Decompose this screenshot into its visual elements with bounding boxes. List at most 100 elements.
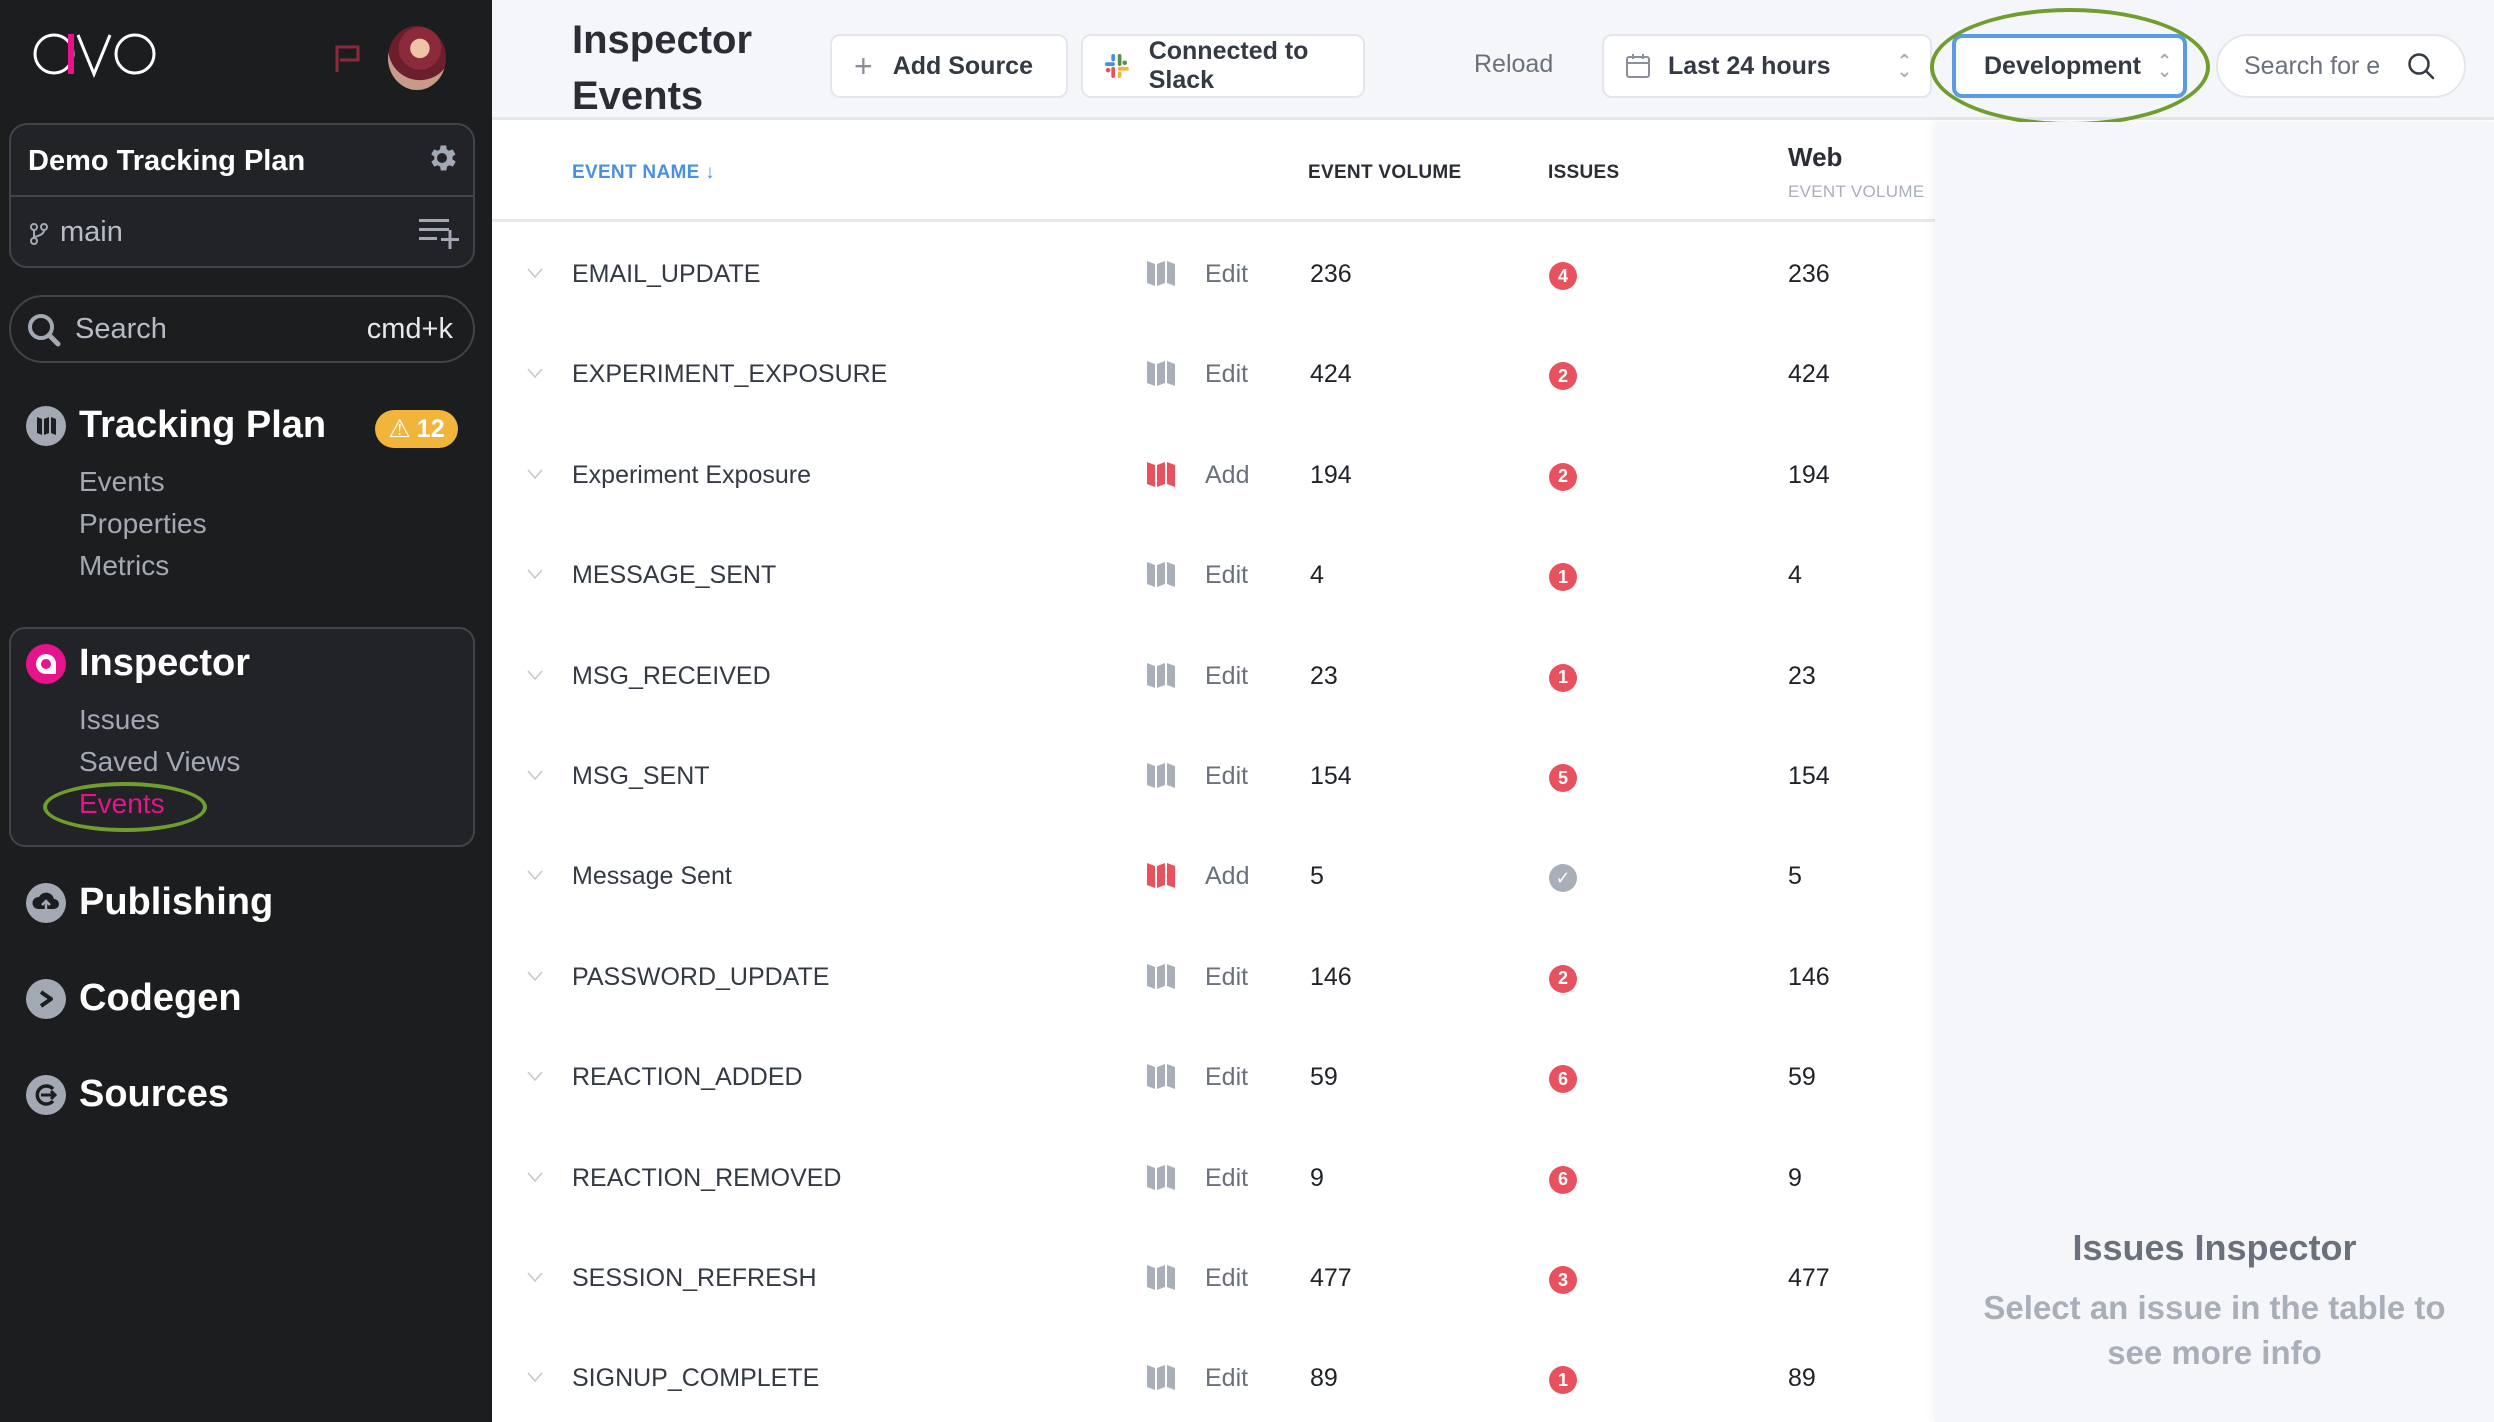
chevron-down-icon[interactable] (526, 1171, 544, 1183)
add-branch-icon[interactable] (419, 217, 459, 249)
user-avatar[interactable] (388, 26, 446, 90)
plan-action-button[interactable]: Add (1205, 862, 1249, 891)
cloud-upload-icon (26, 883, 66, 923)
nav-inspector-events[interactable]: Events (79, 788, 165, 820)
add-source-button[interactable]: + Add Source (830, 34, 1068, 98)
page-title: Inspector Events (572, 12, 792, 124)
table-row[interactable]: EMAIL_UPDATE Edit 236 4 236 (492, 225, 1935, 325)
nav-inspector[interactable]: Inspector (79, 642, 250, 685)
plan-action-button[interactable]: Edit (1205, 662, 1248, 691)
codegen-icon (26, 979, 66, 1019)
table-row[interactable]: EXPERIMENT_EXPOSURE Edit 424 2 424 (492, 325, 1935, 425)
branch-name[interactable]: main (60, 216, 123, 249)
flag-icon[interactable] (334, 44, 362, 74)
plan-action-button[interactable]: Edit (1205, 1364, 1248, 1393)
table-header: EVENT NAME ↓ EVENT VOLUME ISSUES Web EVE… (492, 122, 1935, 222)
plan-action-button[interactable]: Edit (1205, 360, 1248, 389)
table-row[interactable]: REACTION_REMOVED Edit 9 6 9 (492, 1129, 1935, 1229)
nav-tp-events[interactable]: Events (79, 466, 165, 498)
issues-badge[interactable]: 4 (1549, 262, 1577, 290)
plan-action-button[interactable]: Edit (1205, 1164, 1248, 1193)
table-row[interactable]: MSG_SENT Edit 154 5 154 (492, 727, 1935, 827)
table-row[interactable]: MESSAGE_SENT Edit 4 1 4 (492, 526, 1935, 626)
issues-badge[interactable]: 2 (1549, 462, 1577, 491)
table-row[interactable]: SIGNUP_COMPLETE Edit 89 1 89 (492, 1329, 1935, 1422)
issues-badge[interactable]: 2 (1549, 362, 1577, 391)
issues-badge[interactable]: 3 (1549, 1266, 1577, 1294)
chevron-down-icon[interactable] (526, 669, 544, 681)
chevron-down-icon[interactable] (526, 1271, 544, 1283)
event-search-input[interactable]: Search for e (2216, 34, 2466, 98)
table-row[interactable]: MSG_RECEIVED Edit 23 1 23 (492, 627, 1935, 727)
select-arrows-icon: ⌃ ⌄ (2156, 51, 2173, 81)
issues-badge[interactable]: 6 (1549, 1065, 1577, 1094)
inspector-icon (26, 644, 66, 684)
event-volume: 89 (1310, 1364, 1338, 1393)
global-search[interactable]: Search cmd+k (9, 295, 475, 363)
reload-button[interactable]: Reload (1474, 50, 1553, 79)
chevron-down-icon[interactable] (526, 769, 544, 781)
plan-action-button[interactable]: Edit (1205, 1063, 1248, 1092)
nav-inspector-saved-views[interactable]: Saved Views (79, 746, 240, 778)
plan-action-button[interactable]: Edit (1205, 260, 1248, 289)
workspace-name[interactable]: Demo Tracking Plan (28, 145, 305, 178)
column-source-web[interactable]: Web (1788, 142, 1842, 173)
environment-select[interactable]: Development ⌃ ⌄ (1952, 34, 2187, 98)
event-name: REACTION_ADDED (572, 1063, 803, 1092)
table-row[interactable]: REACTION_ADDED Edit 59 6 59 (492, 1028, 1935, 1128)
plan-action-button[interactable]: Edit (1205, 762, 1248, 791)
issues-badge[interactable]: 1 (1549, 563, 1577, 592)
table-row[interactable]: Experiment Exposure Add 194 2 194 (492, 426, 1935, 526)
issues-badge[interactable]: 1 (1549, 663, 1577, 692)
issues-badge[interactable]: 6 (1549, 1165, 1577, 1194)
panel-subtitle: Select an issue in the table to see more… (1983, 1289, 2446, 1371)
avo-logo[interactable] (32, 30, 162, 78)
nav-codegen[interactable]: Codegen (79, 977, 242, 1020)
slack-button[interactable]: Connected to Slack (1081, 34, 1365, 98)
issues-badge[interactable]: 1 (1549, 1366, 1577, 1395)
plan-action-button[interactable]: Edit (1205, 963, 1248, 992)
table-row[interactable]: PASSWORD_UPDATE Edit 146 2 146 (492, 928, 1935, 1028)
chevron-down-icon[interactable] (526, 367, 544, 379)
nav-tp-metrics[interactable]: Metrics (79, 550, 169, 582)
event-name: EMAIL_UPDATE (572, 260, 761, 288)
warning-badge[interactable]: ⚠ 12 (375, 410, 458, 448)
event-volume: 5 (1310, 862, 1324, 891)
nav-tracking-plan[interactable]: Tracking Plan (79, 404, 326, 447)
branch-icon (30, 223, 48, 245)
issues-badge[interactable]: 2 (1549, 964, 1577, 993)
column-event-name[interactable]: EVENT NAME ↓ (572, 162, 715, 184)
chevron-down-icon[interactable] (526, 1070, 544, 1082)
issues-badge[interactable]: ✓ (1549, 864, 1577, 893)
time-range-select[interactable]: Last 24 hours ⌃ ⌄ (1602, 34, 1932, 98)
web-event-volume: 89 (1788, 1364, 1816, 1393)
panel-title: Issues Inspector (2072, 1227, 2357, 1268)
chevron-down-icon[interactable] (526, 568, 544, 580)
chevron-down-icon[interactable] (526, 869, 544, 881)
tracking-plan-map-icon (1147, 1265, 1175, 1290)
nav-inspector-issues[interactable]: Issues (79, 704, 160, 736)
chevron-down-icon[interactable] (526, 1371, 544, 1383)
issues-badge[interactable]: 5 (1549, 764, 1577, 792)
chevron-down-icon[interactable] (526, 267, 544, 279)
tracking-plan-map-icon (1147, 662, 1175, 688)
plan-action-button[interactable]: Edit (1205, 561, 1248, 590)
column-issues[interactable]: ISSUES (1548, 162, 1620, 184)
plan-action-button[interactable]: Edit (1205, 1264, 1248, 1293)
nav-tp-properties[interactable]: Properties (79, 508, 207, 540)
nav-publishing[interactable]: Publishing (79, 881, 273, 924)
environment-value: Development (1984, 51, 2141, 80)
table-row[interactable]: SESSION_REFRESH Edit 477 3 477 (492, 1229, 1935, 1329)
tracking-plan-map-icon (1147, 1365, 1175, 1391)
plus-icon: + (854, 47, 873, 84)
slack-label: Connected to Slack (1148, 37, 1309, 94)
plan-action-button[interactable]: Add (1205, 461, 1249, 490)
nav-sources[interactable]: Sources (79, 1073, 229, 1116)
table-row[interactable]: Message Sent Add 5 ✓ 5 (492, 827, 1935, 927)
time-range-value: Last 24 hours (1668, 51, 1831, 80)
chevron-down-icon[interactable] (526, 970, 544, 982)
chevron-down-icon[interactable] (526, 468, 544, 480)
column-event-volume[interactable]: EVENT VOLUME (1308, 162, 1462, 184)
gear-icon[interactable] (425, 141, 459, 175)
event-name: SIGNUP_COMPLETE (572, 1364, 820, 1393)
